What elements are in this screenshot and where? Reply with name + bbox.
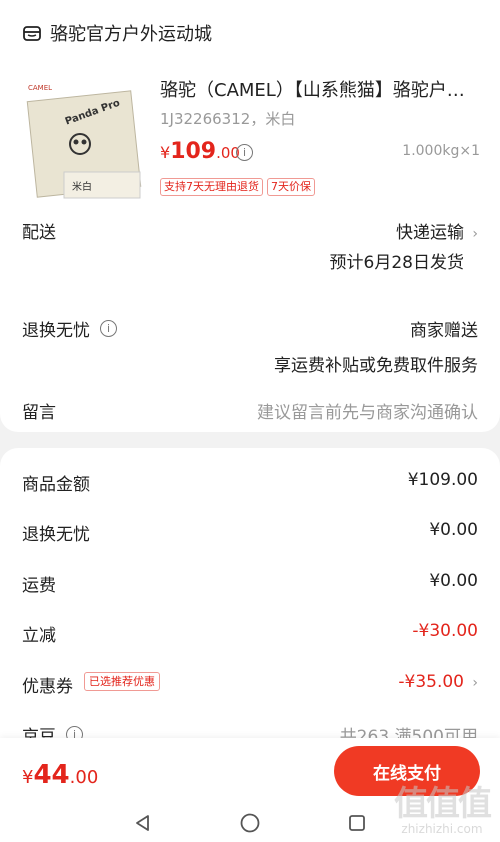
chevron-right-icon: ›: [472, 675, 478, 691]
info-icon[interactable]: i: [236, 144, 253, 161]
price-currency: ¥: [160, 143, 171, 162]
total-currency: ¥: [22, 767, 34, 788]
message-label: 留言: [22, 403, 56, 423]
coupon-recommended-tag: 已选推荐优惠: [84, 672, 160, 691]
product-title[interactable]: 骆驼（CAMEL）【山系熊猫】骆驼户…: [160, 76, 485, 102]
thumb-brand: CAMEL: [28, 84, 52, 92]
total-decimal: .00: [69, 767, 99, 788]
chevron-right-icon: ›: [472, 226, 478, 242]
thumb-color: 米白: [72, 180, 92, 193]
return-worry-desc: 享运费补贴或免费取件服务: [274, 356, 478, 376]
tag-price-protect: 7天价保: [267, 178, 315, 196]
delivery-eta: 预计6月28日发货: [329, 253, 464, 273]
coupon-label: 优惠券: [22, 677, 73, 697]
shipping-label: 运费: [22, 576, 56, 596]
return-worry-value: 商家赠送: [410, 321, 478, 341]
product-price: ¥ 109 .00: [160, 139, 240, 164]
back-icon[interactable]: [128, 808, 158, 838]
product-sku: 1J32266312，米白: [160, 110, 296, 128]
return-fee-label: 退换无忧: [22, 525, 90, 545]
product-weight-quantity: 1.000kg×1: [402, 143, 480, 159]
coupon-value: -¥35.00: [398, 672, 464, 692]
home-icon[interactable]: [235, 808, 265, 838]
goods-amount-value: ¥109.00: [407, 470, 478, 490]
goods-amount-label: 商品金额: [22, 475, 90, 495]
discount-value: -¥30.00: [412, 621, 478, 641]
shop-header[interactable]: 骆驼官方户外运动城: [22, 20, 212, 46]
delivery-method[interactable]: 快递运输 ›: [396, 218, 478, 243]
delivery-method-text: 快递运输: [396, 223, 464, 243]
shop-icon: [23, 26, 41, 41]
total-integer: 44: [33, 760, 70, 790]
coupon-selector[interactable]: -¥35.00 ›: [398, 672, 478, 692]
order-card: 骆驼官方户外运动城 CAMEL Panda Pro 米白 骆驼（CAMEL）【山…: [0, 0, 500, 432]
return-fee-value: ¥0.00: [429, 520, 478, 540]
recents-icon[interactable]: [342, 808, 372, 838]
service-tags: 支持7天无理由退货 7天价保: [160, 178, 315, 196]
return-worry-row: 退换无忧 i: [22, 316, 117, 341]
info-icon[interactable]: i: [100, 320, 117, 337]
total-price: ¥ 44 .00: [22, 760, 98, 790]
shipping-value: ¥0.00: [429, 571, 478, 591]
watermark: 值值值 zhizhizhi.com: [394, 784, 492, 836]
return-worry-label: 退换无忧: [22, 321, 90, 341]
shop-name: 骆驼官方户外运动城: [50, 24, 212, 45]
discount-label: 立减: [22, 626, 56, 646]
watermark-glyphs: 值值值: [394, 784, 492, 824]
price-integer: 109: [170, 139, 217, 164]
watermark-text: zhizhizhi.com: [401, 822, 483, 836]
product-thumbnail[interactable]: CAMEL Panda Pro 米白: [24, 76, 146, 200]
delivery-label: 配送: [22, 223, 56, 243]
tag-return-7days: 支持7天无理由退货: [160, 178, 263, 196]
message-input[interactable]: 建议留言前先与商家沟通确认: [257, 398, 478, 423]
